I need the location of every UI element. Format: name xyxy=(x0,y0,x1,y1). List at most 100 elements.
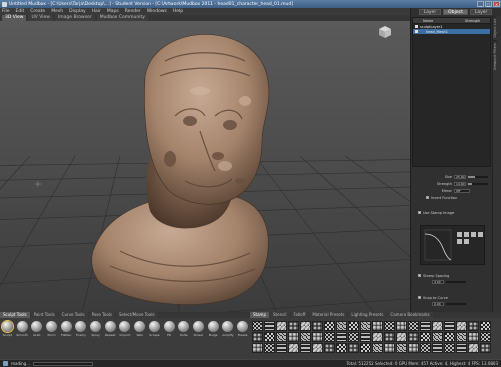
stamp-thumbnail[interactable] xyxy=(396,343,407,353)
stamp-thumbnail[interactable] xyxy=(384,321,395,331)
strength-field[interactable]: 14.00 xyxy=(454,181,466,186)
stamp-thumbnail[interactable] xyxy=(348,332,359,342)
stamp-thumbnail[interactable] xyxy=(444,343,455,353)
tool-fill[interactable]: Fill xyxy=(163,321,176,339)
stamp-thumbnail[interactable] xyxy=(372,332,383,342)
stamp-thumbnail[interactable] xyxy=(264,343,275,353)
tool-grab[interactable]: Grab xyxy=(30,321,43,339)
stamp-thumbnail[interactable] xyxy=(300,343,311,353)
stamp-thumbnail[interactable] xyxy=(396,332,407,342)
stamp-thumbnail[interactable] xyxy=(288,321,299,331)
stamp-thumbnail[interactable] xyxy=(480,321,491,331)
menu-maps[interactable]: Maps xyxy=(107,9,119,14)
tab-object[interactable]: Object xyxy=(443,9,468,15)
stamp-thumbnail[interactable] xyxy=(408,343,419,353)
stamp-thumbnail[interactable] xyxy=(348,343,359,353)
stamp-thumbnail[interactable] xyxy=(480,343,491,353)
3d-viewport[interactable] xyxy=(0,21,410,312)
stamp-thumbnail[interactable] xyxy=(384,343,395,353)
visibility-checkbox[interactable] xyxy=(415,25,418,28)
stamp-thumbnail[interactable] xyxy=(252,343,263,353)
menu-file[interactable]: File xyxy=(2,9,10,14)
stamp-thumbnail[interactable] xyxy=(432,321,443,331)
stamp-thumbnail[interactable] xyxy=(264,321,275,331)
stamp-thumbnail[interactable] xyxy=(456,343,467,353)
tool-imprint[interactable]: Imprint xyxy=(119,321,132,339)
stamp-thumbnail[interactable] xyxy=(432,343,443,353)
stamp-thumbnail[interactable] xyxy=(264,332,275,342)
stamp-thumbnail[interactable] xyxy=(252,332,263,342)
stamp-thumbnail[interactable] xyxy=(372,321,383,331)
stamp-thumbnail[interactable] xyxy=(396,321,407,331)
stamp-thumbnail[interactable] xyxy=(384,332,395,342)
stamp-thumbnail[interactable] xyxy=(324,332,335,342)
tool-amplify[interactable]: Amplify xyxy=(222,321,235,339)
tool-knife[interactable]: Knife xyxy=(177,321,190,339)
menu-create[interactable]: Create xyxy=(30,9,45,14)
stamp-thumbnail[interactable] xyxy=(288,343,299,353)
tool-pinch[interactable]: Pinch xyxy=(45,321,58,339)
menu-help[interactable]: Help xyxy=(173,9,183,14)
stamp-thumbnail[interactable] xyxy=(336,343,347,353)
visibility-checkbox[interactable] xyxy=(415,30,418,33)
stamp-thumbnail[interactable] xyxy=(360,321,371,331)
menu-mesh[interactable]: Mesh xyxy=(51,9,63,14)
stamp-thumbnail[interactable] xyxy=(372,343,383,353)
menu-display[interactable]: Display xyxy=(69,9,86,14)
stamp-thumbnail[interactable] xyxy=(468,343,479,353)
stamp-thumbnail[interactable] xyxy=(312,321,323,331)
tool-foamy[interactable]: Foamy xyxy=(75,321,88,339)
tool-smooth[interactable]: Smooth xyxy=(16,321,29,339)
stamp-thumbnail[interactable] xyxy=(336,332,347,342)
stamp-thumbnail[interactable] xyxy=(300,321,311,331)
stamp-thumbnail[interactable] xyxy=(408,321,419,331)
stamp-thumbnail[interactable] xyxy=(324,343,335,353)
stamp-thumbnail[interactable] xyxy=(468,332,479,342)
stamp-thumbnail[interactable] xyxy=(468,321,479,331)
snap-field[interactable]: 0.00 xyxy=(432,301,444,306)
minimize-button[interactable]: _ xyxy=(477,1,484,7)
falloff-curve-editor[interactable] xyxy=(420,225,485,265)
menu-render[interactable]: Render xyxy=(125,9,141,14)
menu-hair[interactable]: Hair xyxy=(92,9,101,14)
strength-slider[interactable] xyxy=(468,182,488,185)
snap-slider[interactable] xyxy=(446,302,466,305)
stamp-thumbnail[interactable] xyxy=(420,321,431,331)
snap-checkbox[interactable] xyxy=(418,296,421,299)
tool-wax[interactable]: Wax xyxy=(133,321,146,339)
stamp-spacing-slider[interactable] xyxy=(446,280,466,283)
stamp-thumbnail[interactable] xyxy=(444,321,455,331)
view-cube-icon[interactable] xyxy=(378,25,392,39)
stamp-thumbnail[interactable] xyxy=(360,343,371,353)
stamp-thumbnail[interactable] xyxy=(432,332,443,342)
tool-bulge[interactable]: Bulge xyxy=(207,321,220,339)
stamp-thumbnail[interactable] xyxy=(444,332,455,342)
tool-smear[interactable]: Smear xyxy=(192,321,205,339)
use-stamp-checkbox[interactable] xyxy=(418,211,421,214)
stamp-spacing-checkbox[interactable] xyxy=(418,274,421,277)
stamp-thumbnail[interactable] xyxy=(276,343,287,353)
tool-repeat[interactable]: Repeat xyxy=(104,321,117,339)
stamp-thumbnail[interactable] xyxy=(420,332,431,342)
tool-flatten[interactable]: Flatten xyxy=(60,321,73,339)
side-tab-viewport-filters[interactable]: Viewport Filters xyxy=(493,39,497,72)
stamp-thumbnail[interactable] xyxy=(348,321,359,331)
menu-edit[interactable]: Edit xyxy=(16,9,25,14)
list-item-selected[interactable]: head_Mesh1 xyxy=(413,29,490,34)
mirror-dropdown[interactable]: Off xyxy=(454,188,470,193)
tool-freeze[interactable]: Freeze xyxy=(236,321,249,339)
stamp-thumbnail[interactable] xyxy=(276,332,287,342)
stamp-thumbnail[interactable] xyxy=(276,321,287,331)
stamp-thumbnail[interactable] xyxy=(300,332,311,342)
stamp-thumbnail[interactable] xyxy=(312,332,323,342)
tool-spray[interactable]: Spray xyxy=(89,321,102,339)
tool-scrape[interactable]: Scrape xyxy=(148,321,161,339)
stamp-thumbnail[interactable] xyxy=(408,332,419,342)
stamp-thumbnail[interactable] xyxy=(324,321,335,331)
tab-layer-2[interactable]: Layer xyxy=(469,9,493,15)
size-field[interactable]: 25.00 xyxy=(454,174,466,179)
stamp-thumbnail[interactable] xyxy=(252,321,263,331)
maximize-button[interactable]: □ xyxy=(485,1,492,7)
side-tab-object-list[interactable]: Object List xyxy=(493,16,497,40)
stamp-thumbnail[interactable] xyxy=(312,343,323,353)
